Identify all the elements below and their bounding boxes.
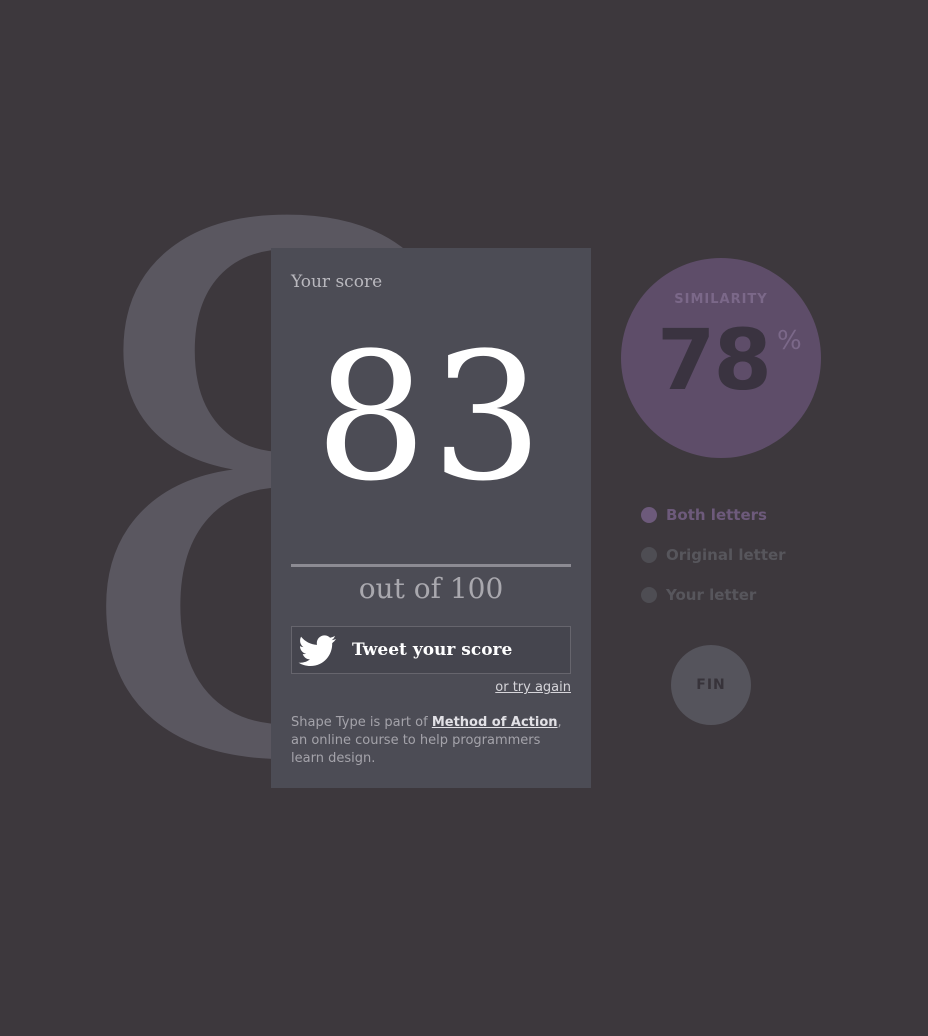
- legend-item-your-letter[interactable]: Your letter: [641, 585, 786, 605]
- tweet-score-button[interactable]: Tweet your score: [291, 626, 571, 674]
- legend-item-both-letters[interactable]: Both letters: [641, 505, 786, 525]
- course-blurb: Shape Type is part of Method of Action, …: [291, 714, 573, 768]
- tweet-score-label: Tweet your score: [352, 640, 513, 660]
- similarity-value: 78: [657, 311, 772, 409]
- similarity-badge: SIMILARITY 78 %: [621, 258, 821, 458]
- try-again-link[interactable]: or try again: [495, 680, 571, 695]
- similarity-percent-sign: %: [777, 326, 802, 356]
- legend-item-original-letter[interactable]: Original letter: [641, 545, 786, 565]
- fin-button[interactable]: FIN: [671, 645, 751, 725]
- radio-dot-icon: [641, 547, 657, 563]
- score-value: 83: [315, 315, 547, 520]
- radio-dot-icon: [641, 507, 657, 523]
- score-out-of: out of 100: [358, 572, 504, 605]
- method-of-action-link[interactable]: Method of Action: [432, 715, 558, 730]
- fin-label: FIN: [696, 677, 726, 693]
- legend-label: Both letters: [666, 506, 767, 524]
- twitter-bird-icon: [298, 634, 338, 666]
- blurb-text-before: Shape Type is part of: [291, 715, 432, 730]
- score-card: Your score 83 out of 100 Tweet your scor…: [271, 248, 591, 788]
- score-divider: [291, 564, 571, 567]
- score-title: Your score: [291, 272, 383, 292]
- similarity-label: SIMILARITY: [674, 292, 768, 307]
- legend-label: Original letter: [666, 546, 786, 564]
- radio-dot-icon: [641, 587, 657, 603]
- legend-label: Your letter: [666, 586, 757, 604]
- letter-view-legend: Both letters Original letter Your letter: [641, 505, 786, 625]
